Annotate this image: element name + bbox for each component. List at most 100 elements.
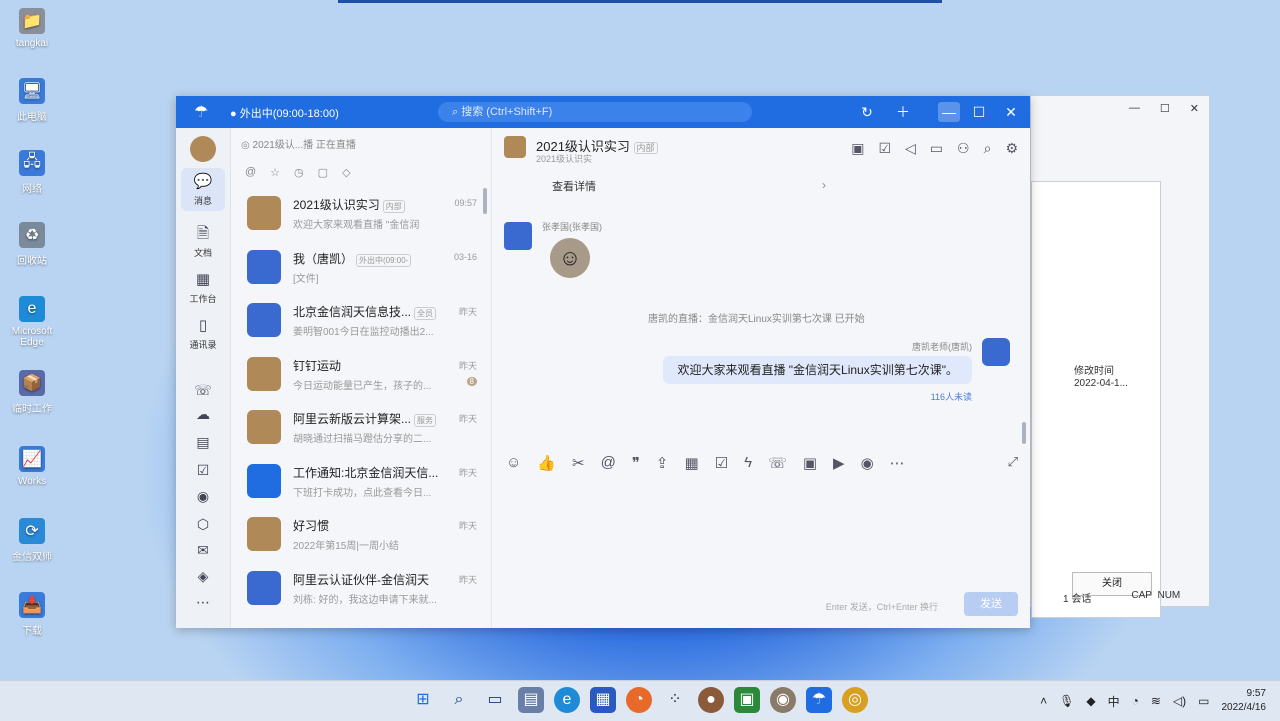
thumbs-up-icon[interactable]: 👍 — [537, 454, 556, 472]
global-search-input[interactable]: ⌕ 搜索 (Ctrl+Shift+F) — [438, 102, 752, 122]
call-icon[interactable]: ☏ — [768, 454, 787, 472]
app4-icon[interactable]: ◉ — [770, 687, 796, 713]
conversation-item[interactable]: 北京金信润天信息技... 全员 昨天 姜明智001今日在监控动播出2... — [231, 297, 489, 349]
background-explorer-window[interactable]: — ☐ ✕ 修改时间 2022-04-1... 关闭 1 会话 CAP NUM — [1030, 95, 1210, 618]
desktop-icon[interactable]: 🖧 网络 — [6, 150, 58, 195]
edge-icon[interactable]: e — [554, 687, 580, 713]
list-scrollbar[interactable] — [483, 188, 487, 214]
desktop-icon[interactable]: ⟳ 金信双师 — [6, 518, 58, 563]
message-bubble[interactable]: 欢迎大家来观看直播 "金信润天Linux实训第七次课"。 — [663, 356, 972, 384]
minimize-icon[interactable]: — — [938, 102, 960, 122]
chevron-up-icon[interactable]: ˄ — [1040, 694, 1047, 708]
sender-avatar[interactable] — [504, 222, 532, 250]
my-avatar[interactable] — [982, 338, 1010, 366]
nav-docs[interactable]: 🗎 文档 — [181, 224, 225, 259]
unread-count[interactable]: 116人未读 — [931, 390, 972, 403]
folder-icon[interactable]: ▭ — [930, 140, 943, 157]
ime-icon[interactable]: ◔ — [1132, 694, 1139, 708]
history-icon[interactable]: ↻ — [856, 102, 878, 122]
desktop-icon[interactable]: 📦 临时工作 — [6, 370, 58, 415]
add-member-icon[interactable]: ⚇ — [957, 140, 970, 157]
live-banner[interactable]: ◎ 2021级认...播 正在直播 — [241, 136, 356, 151]
desktop-icon[interactable]: 🖥 此电脑 — [6, 78, 58, 123]
conversation-item[interactable]: 阿里云认证伙伴-金信润天 昨天 刘栋: 好的，我这边申请下来就... — [231, 565, 489, 617]
search-icon[interactable]: ⌕ — [984, 140, 992, 157]
scissors-icon[interactable]: ✂ — [572, 454, 585, 472]
conversation-item[interactable]: 阿里云新版云计算架... 服务 昨天 胡晓通过扫描马蹬估分享的二... — [231, 404, 489, 456]
todo-icon[interactable]: ☑ — [192, 460, 214, 480]
close-icon[interactable]: ✕ — [1000, 102, 1022, 122]
app3-icon[interactable]: ▣ — [734, 687, 760, 713]
more-icon[interactable]: ⋯ — [192, 592, 214, 612]
desktop-icon[interactable]: e Microsoft Edge — [6, 296, 58, 348]
emoji-icon[interactable]: ☺ — [506, 454, 521, 472]
app2-icon[interactable]: ● — [698, 687, 724, 713]
vm-icon[interactable]: ⁘ — [662, 687, 688, 713]
live-stream-icon[interactable]: ▣ — [803, 454, 817, 472]
desktop-icon[interactable]: 📥 下载 — [6, 592, 58, 637]
clock[interactable]: 9:57 2022/4/16 — [1222, 687, 1267, 715]
settings-icon[interactable]: ⚙ — [1005, 140, 1018, 157]
add-icon[interactable]: ＋ — [892, 102, 914, 122]
start-icon[interactable]: ⊞ — [410, 687, 436, 713]
cube-icon[interactable]: ⬡ — [192, 514, 214, 534]
calendar-icon[interactable]: ▤ — [192, 432, 214, 452]
mic-icon[interactable]: 🎙 — [1059, 694, 1074, 708]
app5-icon[interactable]: ◎ — [842, 687, 868, 713]
at-icon[interactable]: @ — [245, 166, 256, 179]
expand-icon[interactable]: ⤢ — [1008, 454, 1018, 470]
conversation-item[interactable]: 钉钉运动 昨天 今日运动能量已产生，孩子的... 8 — [231, 351, 489, 403]
taskview-icon[interactable]: ▭ — [482, 687, 508, 713]
store-icon[interactable]: ▦ — [590, 687, 616, 713]
conversation-item[interactable]: 2021级认识实习 内部 09:57 欢迎大家来观看直播 "金信润 — [231, 190, 489, 242]
conversation-item[interactable]: 工作通知:北京金信润天信... 昨天 下班打卡成功，点此查看今日... — [231, 458, 489, 510]
close-icon[interactable]: ✕ — [1190, 102, 1199, 115]
video-icon[interactable]: ▣ — [851, 140, 864, 157]
security-icon[interactable]: ◆ — [1086, 694, 1095, 708]
conversation-item[interactable]: 好习惯 昨天 2022年第15周|一周小结 — [231, 511, 489, 563]
ding-icon[interactable]: ◈ — [192, 566, 214, 586]
mail-icon[interactable]: ✉ — [192, 540, 214, 560]
star-icon[interactable]: ☆ — [270, 166, 280, 179]
maximize-icon[interactable]: ☐ — [1160, 102, 1170, 115]
nav-workbench[interactable]: ▦ 工作台 — [181, 270, 225, 305]
maximize-icon[interactable]: ☐ — [968, 102, 990, 122]
more-icon[interactable]: ⋯ — [890, 454, 905, 472]
send-button[interactable]: 发送 — [964, 592, 1018, 616]
flash-icon[interactable]: ϟ — [744, 454, 752, 472]
bg-window-controls[interactable]: — ☐ ✕ — [1129, 102, 1199, 115]
cloud-icon[interactable]: ☁ — [192, 404, 214, 424]
screen-icon[interactable]: ▶ — [833, 454, 845, 472]
volume-icon[interactable]: ◁) — [1173, 694, 1186, 708]
desktop-icon[interactable]: 📁 tangkai — [6, 8, 58, 49]
dingtalk-icon[interactable]: ☂ — [806, 687, 832, 713]
desktop-icon[interactable]: 📈 Works — [6, 446, 58, 487]
explorer-icon[interactable]: ▤ — [518, 687, 544, 713]
desktop-icon[interactable]: ♻ 回收站 — [6, 222, 58, 267]
announce-icon[interactable]: ◁ — [905, 140, 916, 157]
tag-icon[interactable]: ◇ — [342, 166, 350, 179]
minimize-icon[interactable]: — — [1129, 102, 1140, 115]
unread-icon[interactable]: ▢ — [318, 166, 328, 179]
view-details-link[interactable]: 查看详情 — [552, 178, 596, 194]
input-language[interactable]: 中 — [1108, 693, 1120, 710]
task-icon[interactable]: ☑ — [715, 454, 728, 472]
battery-icon[interactable]: ▭ — [1198, 694, 1209, 708]
away-status[interactable]: ● 外出中(09:00-18:00) — [230, 105, 339, 121]
user-avatar[interactable] — [190, 136, 216, 162]
mention-icon[interactable]: @ — [601, 454, 616, 472]
chevron-right-icon[interactable]: › — [822, 178, 826, 192]
phone-icon[interactable]: ☏ — [192, 380, 214, 400]
nav-contacts[interactable]: ▯ 通讯录 — [181, 316, 225, 351]
schedule-icon[interactable]: ▦ — [684, 454, 698, 472]
conversation-item[interactable]: 我（唐凯） 外出中(09:00- 03-16 [文件] — [231, 244, 489, 296]
clock-icon[interactable]: ◷ — [294, 166, 304, 179]
record-icon[interactable]: ◉ — [861, 454, 874, 472]
app-icon[interactable]: ◔ — [626, 687, 652, 713]
check-icon[interactable]: ☑ — [878, 140, 891, 157]
upload-icon[interactable]: ⇪ — [656, 454, 669, 472]
chat-scrollbar[interactable] — [1022, 422, 1026, 444]
wifi-icon[interactable]: ≋ — [1151, 694, 1161, 708]
live-icon[interactable]: ◉ — [192, 486, 214, 506]
search-icon[interactable]: ⌕ — [446, 687, 472, 713]
